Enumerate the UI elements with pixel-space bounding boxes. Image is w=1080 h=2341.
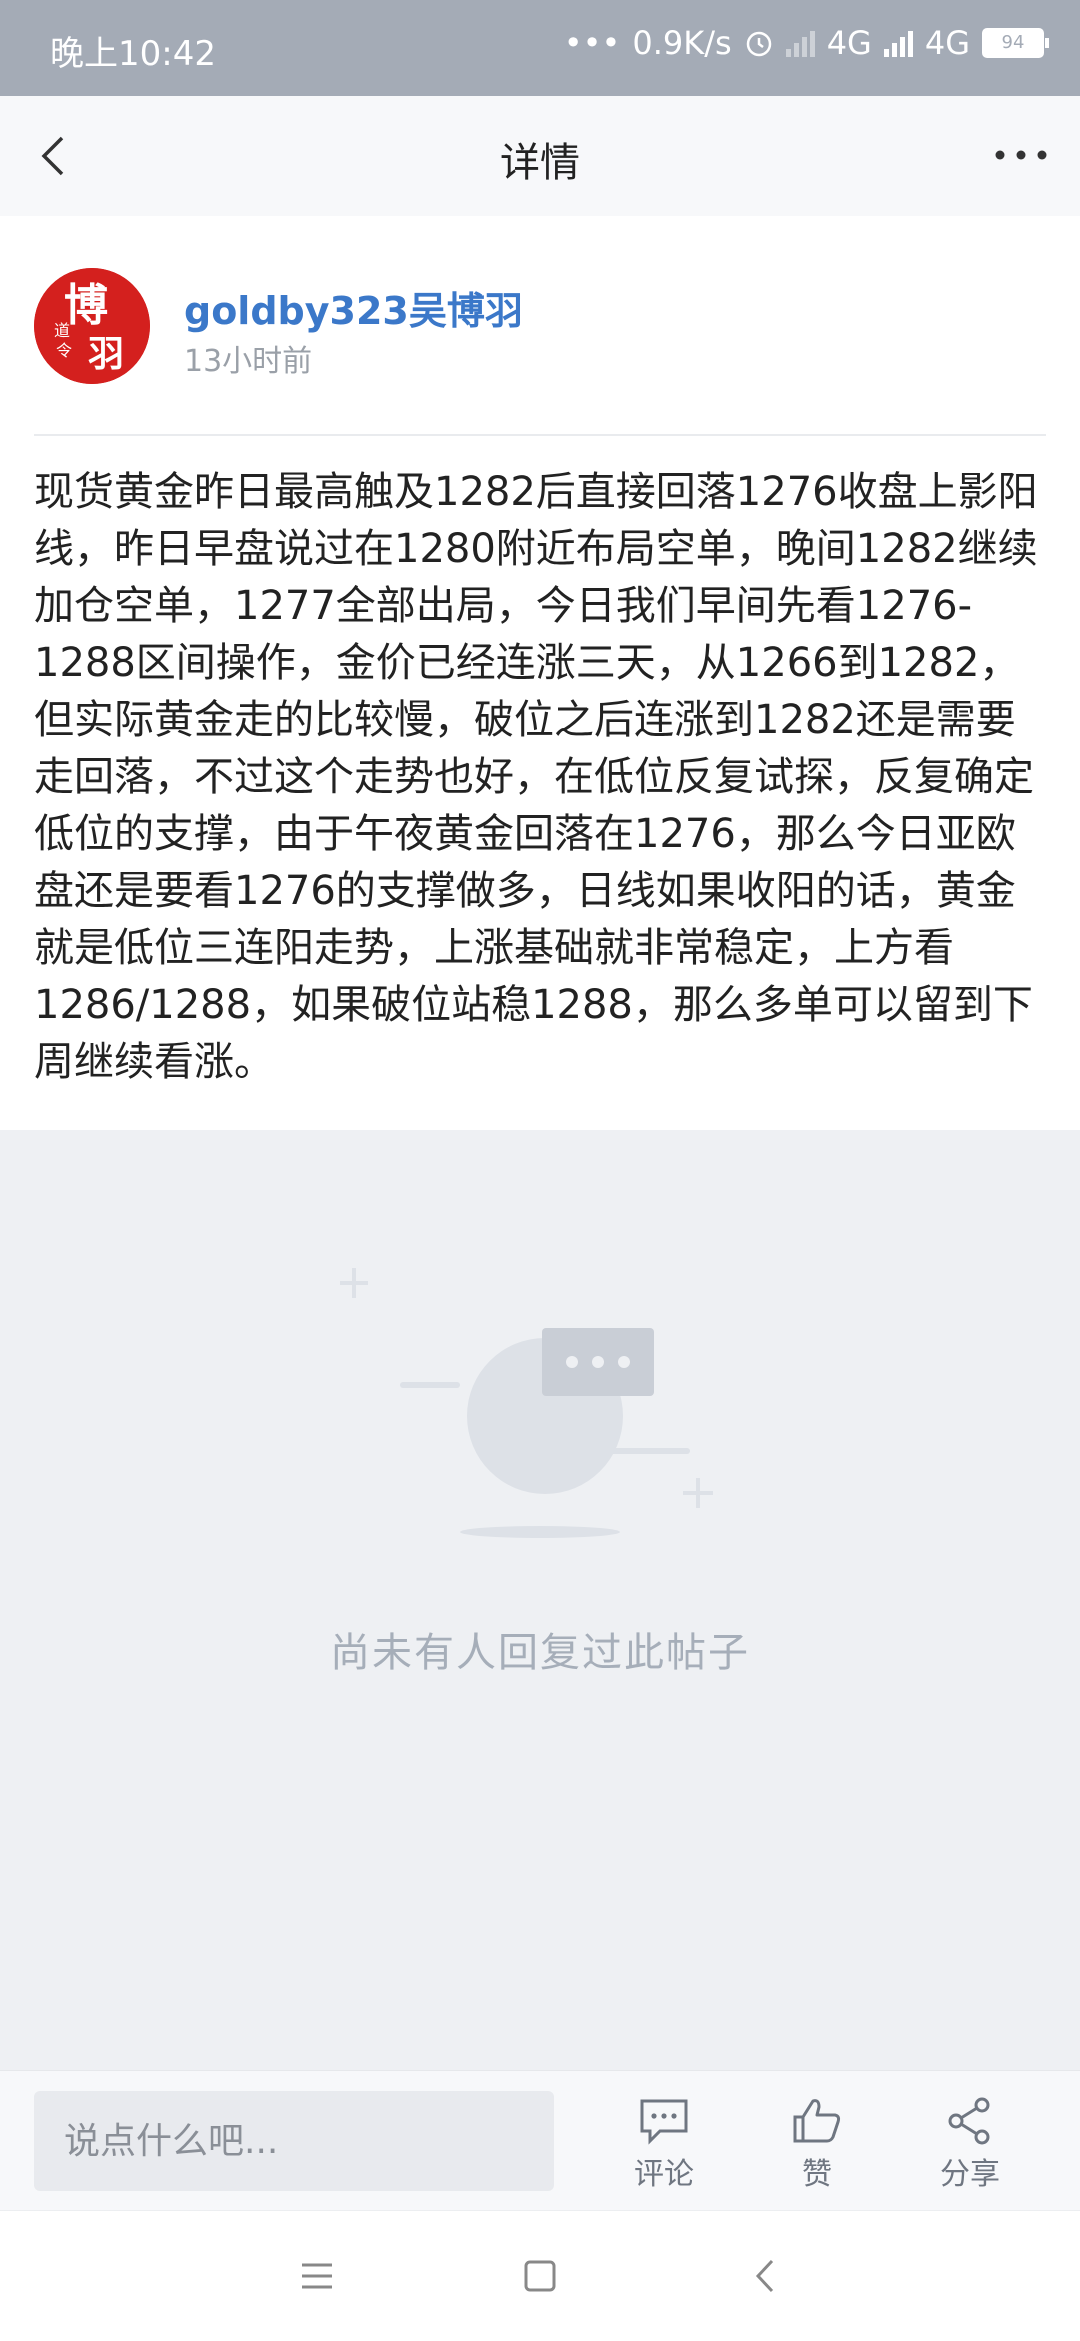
like-button[interactable]: 赞: [757, 2095, 877, 2193]
bottom-action-bar: 评论 赞 分享: [0, 2070, 1080, 2211]
page-title: 详情: [500, 140, 580, 186]
signal-icon: [883, 29, 913, 57]
share-button[interactable]: 分享: [910, 2095, 1030, 2193]
app-header: 详情: [0, 96, 1080, 217]
battery-level: 94: [1001, 32, 1025, 53]
more-button[interactable]: [986, 130, 1056, 180]
thumbs-up-icon: [793, 2099, 841, 2143]
more-dots-icon: [995, 150, 1047, 160]
status-bar: 晚上10:42 ••• 0.9K/s 4G 4G 94: [0, 0, 1080, 96]
svg-text:博: 博: [64, 280, 108, 331]
share-icon: [948, 2097, 990, 2145]
comment-label: 评论: [634, 2157, 694, 2192]
post-time: 13小时前: [184, 344, 313, 379]
author-name[interactable]: goldby323吴博羽: [184, 280, 523, 335]
comment-button[interactable]: 评论: [604, 2095, 724, 2193]
menu-icon: [302, 2263, 332, 2289]
post-author: 博 羽 道 令 goldby323吴博羽 13小时前: [0, 216, 1080, 436]
empty-comment-illustration: [340, 1268, 713, 1538]
back-triangle-icon: [755, 2259, 774, 2293]
avatar[interactable]: 博 羽 道 令: [34, 268, 150, 384]
post-content: 现货黄金昨日最高触及1282后直接回落1276收盘上影阳线，昨日早盘说过在128…: [34, 469, 1038, 1085]
svg-text:令: 令: [56, 341, 72, 360]
comment-input[interactable]: [34, 2091, 554, 2191]
alarm-icon: [746, 31, 771, 57]
more-dots-small-icon: •••: [563, 24, 621, 62]
battery-icon: 94: [982, 28, 1049, 58]
system-nav-bar: [0, 2210, 1080, 2341]
empty-replies-text: 尚未有人回复过此帖子: [330, 1630, 750, 1676]
status-time: 晚上10:42: [50, 34, 216, 74]
network-type-1: 4G: [826, 24, 872, 62]
nav-home-button[interactable]: [515, 2251, 565, 2301]
net-speed: 0.9K/s: [632, 24, 732, 62]
divider: [34, 434, 1046, 436]
empty-replies: 尚未有人回复过此帖子: [0, 1130, 1080, 2070]
like-label: 赞: [802, 2157, 832, 2192]
signal-icon: [785, 29, 815, 57]
nav-menu-button[interactable]: [292, 2251, 342, 2301]
share-label: 分享: [940, 2157, 1000, 2192]
comment-icon: [640, 2099, 688, 2145]
svg-text:道: 道: [54, 321, 70, 340]
avatar-logo: 博 羽 道 令: [34, 268, 150, 384]
square-home-icon: [524, 2260, 556, 2292]
network-type-2: 4G: [924, 24, 970, 62]
nav-back-button[interactable]: [742, 2251, 792, 2301]
status-icons: ••• 0.9K/s 4G 4G 94: [563, 24, 1049, 62]
svg-text:羽: 羽: [88, 333, 124, 375]
